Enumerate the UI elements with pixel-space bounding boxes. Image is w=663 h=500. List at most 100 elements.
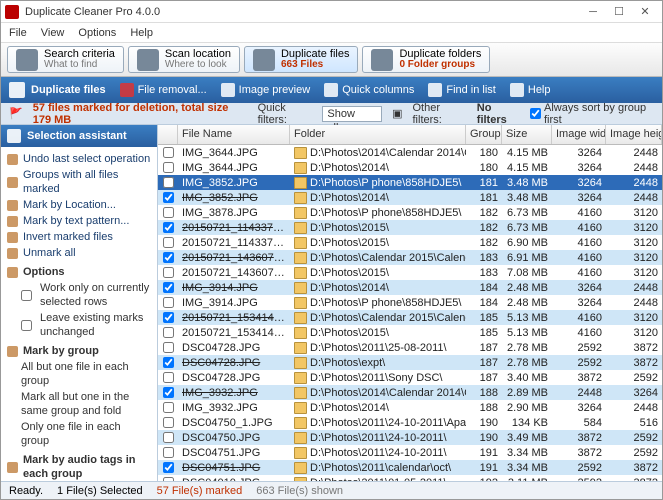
table-row[interactable]: IMG_3914.JPGD:\Photos\P phone\858HDJE5\1… [158, 295, 662, 310]
row-checkbox[interactable] [163, 162, 174, 173]
tool-find-in-list[interactable]: Find in list [428, 83, 496, 97]
side-work-only-on-currently-selecte[interactable]: Work only on currently selected rows [1, 280, 157, 310]
table-row[interactable]: IMG_3852.JPGD:\Photos\2014\1813.48 MB326… [158, 190, 662, 205]
row-checkbox[interactable] [163, 327, 174, 338]
grid-header[interactable]: File Name Folder Group Size Image width … [158, 125, 662, 145]
tab-duplicate-files[interactable]: Duplicate files663 Files [244, 46, 358, 73]
row-checkbox[interactable] [163, 237, 174, 248]
sort-group-first-checkbox[interactable]: Always sort by group first [530, 102, 654, 126]
menu-options[interactable]: Options [78, 27, 116, 39]
tab-scan-location[interactable]: Scan locationWhere to look [128, 46, 240, 73]
cell-width: 4160 [552, 252, 606, 264]
close-button[interactable]: ✕ [632, 5, 658, 18]
side-invert-marked-files[interactable]: Invert marked files [1, 229, 157, 245]
table-row[interactable]: DSC04728.JPGD:\Photos\2011\25-08-2011\18… [158, 340, 662, 355]
col-group[interactable]: Group [466, 125, 502, 144]
side-mark-by-audio-tags-in-each-gro[interactable]: Mark by audio tags in each group [1, 452, 157, 481]
side-mark-by-group[interactable]: Mark by group [1, 343, 157, 359]
row-checkbox[interactable] [163, 312, 174, 323]
cell-width: 2592 [552, 357, 606, 369]
table-row[interactable]: DSC04751.JPGD:\Photos\2011\calendar\oct\… [158, 460, 662, 475]
row-checkbox[interactable] [163, 372, 174, 383]
table-row[interactable]: IMG_3644.JPGD:\Photos\2014\Calendar 2014… [158, 145, 662, 160]
side-all-but-one-file-in-each-group[interactable]: All but one file in each group [1, 359, 157, 389]
table-row[interactable]: IMG_3914.JPGD:\Photos\2014\1842.48 MB326… [158, 280, 662, 295]
cell-folder: D:\Photos\2015\ [290, 267, 466, 279]
row-checkbox[interactable] [163, 177, 174, 188]
filter-icon[interactable]: ▣ [392, 107, 402, 120]
cell-folder: D:\Photos\P phone\858HDJE5\ [290, 297, 466, 309]
cell-filename: IMG_3852.JPG [178, 177, 290, 189]
cell-width: 3264 [552, 192, 606, 204]
side-leave-existing-marks-unchanged[interactable]: Leave existing marks unchanged [1, 310, 157, 340]
table-row[interactable]: IMG_3644.JPGD:\Photos\2014\1804.15 MB326… [158, 160, 662, 175]
table-row[interactable]: IMG_3932.JPGD:\Photos\2014\Calendar 2014… [158, 385, 662, 400]
maximize-button[interactable]: ☐ [606, 5, 632, 18]
row-checkbox[interactable] [163, 387, 174, 398]
table-row[interactable]: 20150721_114337.jpgD:\Photos\2015\1826.7… [158, 220, 662, 235]
row-checkbox[interactable] [163, 357, 174, 368]
table-row[interactable]: 20150721_114337.jpgD:\Photos\2015\1826.9… [158, 235, 662, 250]
table-row[interactable]: IMG_3852.JPGD:\Photos\P phone\858HDJE5\1… [158, 175, 662, 190]
col-size[interactable]: Size [502, 125, 552, 144]
tab-duplicate-folders[interactable]: Duplicate folders0 Folder groups [362, 46, 490, 73]
table-row[interactable]: DSC04750.JPGD:\Photos\2011\24-10-2011\19… [158, 430, 662, 445]
side-mark-all-but-one-in-the-same-g[interactable]: Mark all but one in the same group and f… [1, 389, 157, 419]
table-row[interactable]: 20150721_153414.jpgD:\Photos\Calendar 20… [158, 310, 662, 325]
row-checkbox[interactable] [163, 402, 174, 413]
col-filename[interactable]: File Name [178, 125, 290, 144]
side-mark-by-location-[interactable]: Mark by Location... [1, 197, 157, 213]
col-image-width[interactable]: Image width [552, 125, 606, 144]
col-check[interactable] [158, 125, 178, 144]
row-checkbox[interactable] [163, 462, 174, 473]
cell-group: 188 [466, 402, 502, 414]
side-undo-last-select-operation[interactable]: Undo last select operation [1, 151, 157, 167]
table-row[interactable]: 20150721_143607.jpgD:\Photos\2015\1837.0… [158, 265, 662, 280]
row-checkbox[interactable] [163, 297, 174, 308]
row-checkbox[interactable] [163, 432, 174, 443]
row-checkbox[interactable] [163, 282, 174, 293]
menu-file[interactable]: File [9, 27, 27, 39]
row-checkbox[interactable] [163, 147, 174, 158]
menu-view[interactable]: View [41, 27, 65, 39]
row-checkbox[interactable] [163, 207, 174, 218]
tool-image-preview[interactable]: Image preview [221, 83, 311, 97]
tool-help[interactable]: Help [510, 83, 551, 97]
results-grid: File Name Folder Group Size Image width … [158, 125, 662, 481]
row-checkbox[interactable] [163, 267, 174, 278]
table-row[interactable]: DSC04728.JPGD:\Photos\2011\Sony DSC\1873… [158, 370, 662, 385]
side-only-one-file-in-each-group[interactable]: Only one file in each group [1, 419, 157, 449]
tool-quick-columns[interactable]: Quick columns [324, 83, 414, 97]
side-mark-by-text-pattern-[interactable]: Mark by text pattern... [1, 213, 157, 229]
cell-folder: D:\Photos\Calendar 2015\Calendar 2015 16… [290, 252, 466, 264]
table-row[interactable]: 20150721_153414.jpgD:\Photos\2015\1855.1… [158, 325, 662, 340]
table-row[interactable]: DSC04728.JPGD:\Photos\expt\1872.78 MB259… [158, 355, 662, 370]
quick-filters-select[interactable]: Show all [322, 106, 382, 122]
table-row[interactable]: 20150721_143607.jpgD:\Photos\Calendar 20… [158, 250, 662, 265]
table-row[interactable]: IMG_3878.JPGD:\Photos\P phone\858HDJE5\1… [158, 205, 662, 220]
tool-file-removal-[interactable]: File removal... [120, 83, 207, 97]
row-checkbox[interactable] [163, 252, 174, 263]
side-unmark-all[interactable]: Unmark all [1, 245, 157, 261]
row-checkbox[interactable] [163, 222, 174, 233]
cell-width: 2448 [552, 387, 606, 399]
cell-height: 2448 [606, 297, 662, 309]
table-row[interactable]: DSC04751.JPGD:\Photos\2011\24-10-2011\19… [158, 445, 662, 460]
side-options[interactable]: Options [1, 264, 157, 280]
table-row[interactable]: IMG_3932.JPGD:\Photos\2014\1882.90 MB326… [158, 400, 662, 415]
grid-body[interactable]: IMG_3644.JPGD:\Photos\2014\Calendar 2014… [158, 145, 662, 481]
menu-help[interactable]: Help [130, 27, 153, 39]
col-image-height[interactable]: Image height [606, 125, 662, 144]
row-checkbox[interactable] [163, 417, 174, 428]
table-row[interactable]: DSC04750_1.JPGD:\Photos\2011\24-10-2011\… [158, 415, 662, 430]
tab-search-criteria[interactable]: Search criteriaWhat to find [7, 46, 124, 73]
cell-size: 3.48 MB [502, 177, 552, 189]
col-folder[interactable]: Folder [290, 125, 466, 144]
minimize-button[interactable]: ─ [580, 6, 606, 18]
row-checkbox[interactable] [163, 192, 174, 203]
row-checkbox[interactable] [163, 342, 174, 353]
cell-filename: 20150721_143607.jpg [178, 267, 290, 279]
row-checkbox[interactable] [163, 447, 174, 458]
side-groups-with-all-files-marked[interactable]: Groups with all files marked [1, 167, 157, 197]
cell-height: 2448 [606, 147, 662, 159]
